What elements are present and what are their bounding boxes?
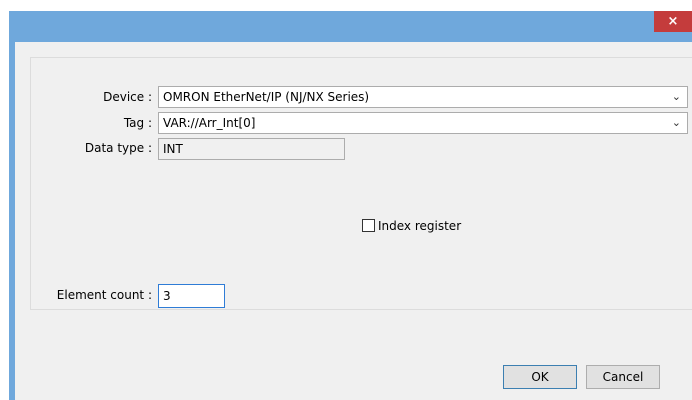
cancel-button[interactable]: Cancel bbox=[586, 365, 660, 389]
chevron-down-icon: ⌄ bbox=[671, 90, 681, 103]
device-label: Device : bbox=[103, 90, 152, 104]
dialog-client-area: Device : OMRON EtherNet/IP (NJ/NX Series… bbox=[15, 42, 692, 400]
settings-group: Device : OMRON EtherNet/IP (NJ/NX Series… bbox=[30, 57, 692, 310]
datatype-value: INT bbox=[163, 142, 183, 156]
datatype-label: Data type : bbox=[84, 141, 152, 155]
ok-button[interactable]: OK bbox=[503, 365, 577, 389]
device-value: OMRON EtherNet/IP (NJ/NX Series) bbox=[163, 90, 370, 104]
index-register-label[interactable]: Index register bbox=[378, 219, 461, 233]
title-bar[interactable]: × bbox=[9, 11, 692, 42]
close-icon: × bbox=[667, 14, 679, 29]
device-dropdown[interactable]: OMRON EtherNet/IP (NJ/NX Series) ⌄ bbox=[158, 86, 688, 108]
datatype-field: INT bbox=[158, 138, 345, 160]
tag-label: Tag : bbox=[123, 116, 152, 130]
dialog-window: × Device : OMRON EtherNet/IP (NJ/NX Seri… bbox=[9, 11, 692, 400]
tag-value: VAR://Arr_Int[0] bbox=[163, 116, 256, 130]
chevron-down-icon: ⌄ bbox=[671, 116, 681, 129]
tag-dropdown[interactable]: VAR://Arr_Int[0] ⌄ bbox=[158, 112, 688, 134]
element-count-label: Element count : bbox=[56, 288, 152, 302]
close-button[interactable]: × bbox=[654, 11, 692, 32]
index-register-checkbox[interactable] bbox=[362, 219, 375, 232]
element-count-input[interactable] bbox=[158, 284, 225, 308]
